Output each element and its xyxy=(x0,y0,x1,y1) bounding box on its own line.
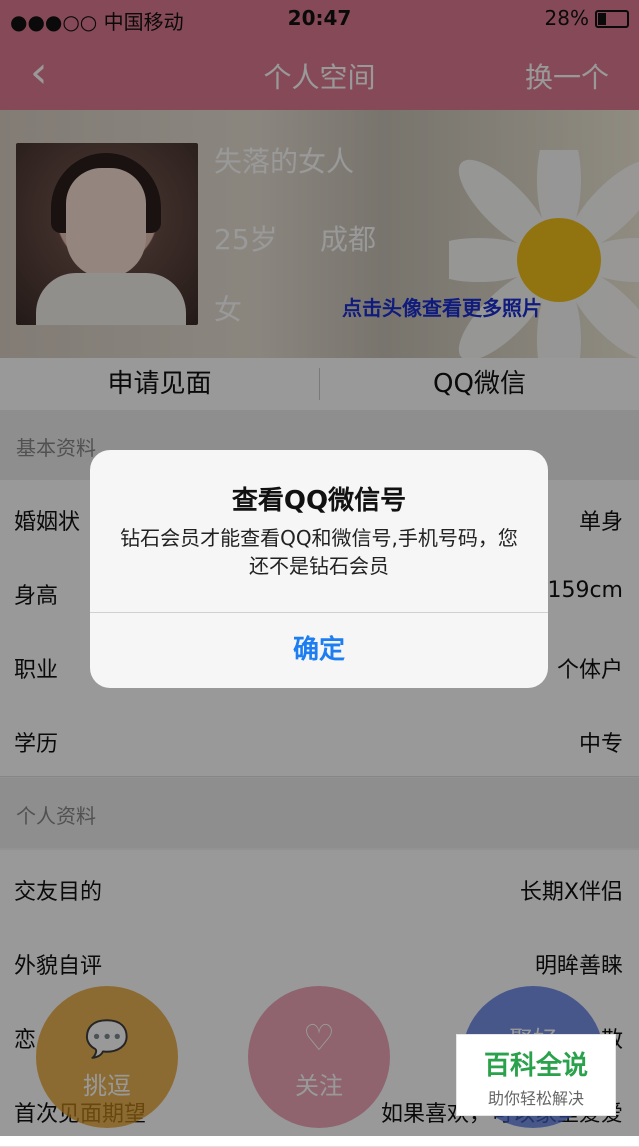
watermark-logo: 百科全说 助你轻松解决 xyxy=(456,1034,616,1116)
watermark-brand: 百科全说 xyxy=(483,1051,588,1081)
confirm-button[interactable]: 确定 xyxy=(90,612,548,688)
dialog-title: 查看QQ微信号 xyxy=(231,486,407,516)
dialog-message: 钻石会员才能查看QQ和微信号,手机号码，您还不是钻石会员 xyxy=(120,526,518,578)
alert-dialog: 查看QQ微信号 钻石会员才能查看QQ和微信号,手机号码，您还不是钻石会员 确定 xyxy=(90,450,548,688)
watermark-slogan: 助你轻松解决 xyxy=(487,1089,584,1108)
